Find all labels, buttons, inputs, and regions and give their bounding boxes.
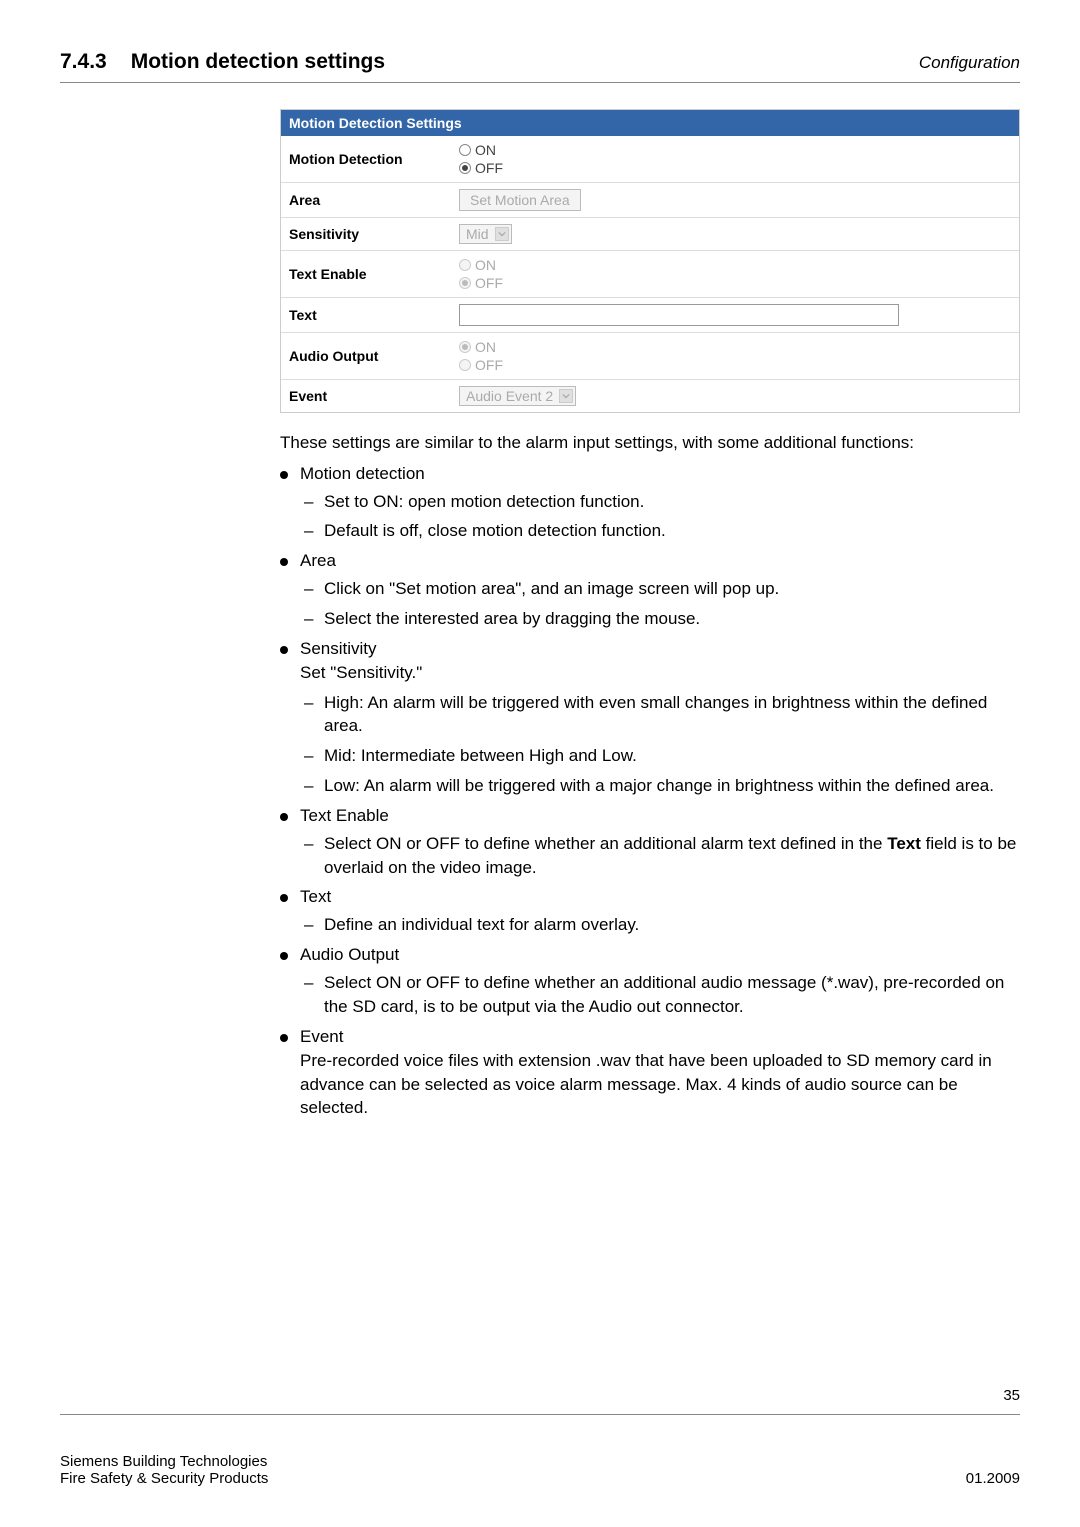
main-list: Motion detection Set to ON: open motion … <box>280 464 1020 1121</box>
label-motion-detection: Motion Detection <box>289 151 459 167</box>
sub-item: High: An alarm will be triggered with ev… <box>300 691 1020 739</box>
header-divider <box>60 82 1020 83</box>
sub-item: Define an individual text for alarm over… <box>300 913 1020 937</box>
radio-label-off: OFF <box>475 357 503 373</box>
radio-label-on: ON <box>475 339 496 355</box>
radio-icon <box>459 259 471 271</box>
item-title: Event <box>300 1027 343 1046</box>
section-number: 7.4.3 <box>60 50 107 74</box>
sub-item: Click on "Set motion area", and an image… <box>300 577 1020 601</box>
item-title: Area <box>300 551 336 570</box>
radio-audio-off[interactable]: OFF <box>459 357 1011 373</box>
label-text-enable: Text Enable <box>289 266 459 282</box>
intro-text: These settings are similar to the alarm … <box>280 431 1020 456</box>
radio-label-off: OFF <box>475 275 503 291</box>
page-number: 35 <box>60 1387 1020 1404</box>
label-event: Event <box>289 388 459 404</box>
panel-header: Motion Detection Settings <box>281 110 1019 136</box>
radio-icon <box>459 277 471 289</box>
footer-divider <box>60 1414 1020 1415</box>
motion-detection-settings-panel: Motion Detection Settings Motion Detecti… <box>280 109 1020 413</box>
item-desc: Pre-recorded voice files with extension … <box>300 1049 1020 1120</box>
item-desc: Set "Sensitivity." <box>300 661 1020 685</box>
list-item-area: Area Click on "Set motion area", and an … <box>280 551 1020 631</box>
radio-icon <box>459 162 471 174</box>
sub-item: Default is off, close motion detection f… <box>300 519 1020 543</box>
sub-item: Select ON or OFF to define whether an ad… <box>300 832 1020 880</box>
list-item-text-enable: Text Enable Select ON or OFF to define w… <box>280 806 1020 880</box>
list-item-motion-detection: Motion detection Set to ON: open motion … <box>280 464 1020 544</box>
label-area: Area <box>289 192 459 208</box>
sub-item: Set to ON: open motion detection functio… <box>300 490 1020 514</box>
row-event: Event Audio Event 2 <box>281 380 1019 412</box>
radio-text-enable-off[interactable]: OFF <box>459 275 1011 291</box>
row-motion-detection: Motion Detection ON OFF <box>281 136 1019 183</box>
sub-item: Select ON or OFF to define whether an ad… <box>300 971 1020 1019</box>
select-value: Mid <box>466 226 489 242</box>
radio-label-off: OFF <box>475 160 503 176</box>
sub-item: Low: An alarm will be triggered with a m… <box>300 774 1020 798</box>
radio-icon <box>459 144 471 156</box>
footer: 35 Siemens Building Technologies Fire Sa… <box>60 1387 1020 1487</box>
row-sensitivity: Sensitivity Mid <box>281 218 1019 251</box>
row-text-enable: Text Enable ON OFF <box>281 251 1019 298</box>
set-motion-area-button[interactable]: Set Motion Area <box>459 189 581 211</box>
item-title: Text Enable <box>300 806 389 825</box>
sub-text-pre: Select ON or OFF to define whether an ad… <box>324 834 887 853</box>
list-item-text: Text Define an individual text for alarm… <box>280 887 1020 937</box>
row-audio-output: Audio Output ON OFF <box>281 333 1019 380</box>
chevron-down-icon <box>495 227 509 241</box>
item-title: Text <box>300 887 331 906</box>
section-title: Motion detection settings <box>131 50 385 73</box>
sub-text-bold: Text <box>887 834 921 853</box>
text-input[interactable] <box>459 304 899 326</box>
list-item-audio-output: Audio Output Select ON or OFF to define … <box>280 945 1020 1019</box>
label-audio-output: Audio Output <box>289 348 459 364</box>
item-title: Motion detection <box>300 464 425 483</box>
sub-item: Mid: Intermediate between High and Low. <box>300 744 1020 768</box>
sub-item: Select the interested area by dragging t… <box>300 607 1020 631</box>
item-title: Sensitivity <box>300 639 377 658</box>
row-area: Area Set Motion Area <box>281 183 1019 218</box>
item-title: Audio Output <box>300 945 399 964</box>
config-label: Configuration <box>919 53 1020 73</box>
list-item-sensitivity: Sensitivity Set "Sensitivity." High: An … <box>280 639 1020 798</box>
label-text: Text <box>289 307 459 323</box>
radio-label-on: ON <box>475 142 496 158</box>
sensitivity-select[interactable]: Mid <box>459 224 512 244</box>
footer-right: 01.2009 <box>966 1470 1020 1487</box>
radio-motion-on[interactable]: ON <box>459 142 1011 158</box>
footer-left-1: Siemens Building Technologies <box>60 1453 267 1470</box>
select-value: Audio Event 2 <box>466 388 553 404</box>
section-heading: 7.4.3 Motion detection settings <box>60 50 385 74</box>
radio-label-on: ON <box>475 257 496 273</box>
radio-audio-on[interactable]: ON <box>459 339 1011 355</box>
radio-text-enable-on[interactable]: ON <box>459 257 1011 273</box>
footer-left-2: Fire Safety & Security Products <box>60 1470 268 1487</box>
radio-icon <box>459 341 471 353</box>
list-item-event: Event Pre-recorded voice files with exte… <box>280 1027 1020 1120</box>
chevron-down-icon <box>559 389 573 403</box>
radio-motion-off[interactable]: OFF <box>459 160 1011 176</box>
row-text: Text <box>281 298 1019 333</box>
radio-icon <box>459 359 471 371</box>
event-select[interactable]: Audio Event 2 <box>459 386 576 406</box>
label-sensitivity: Sensitivity <box>289 226 459 242</box>
